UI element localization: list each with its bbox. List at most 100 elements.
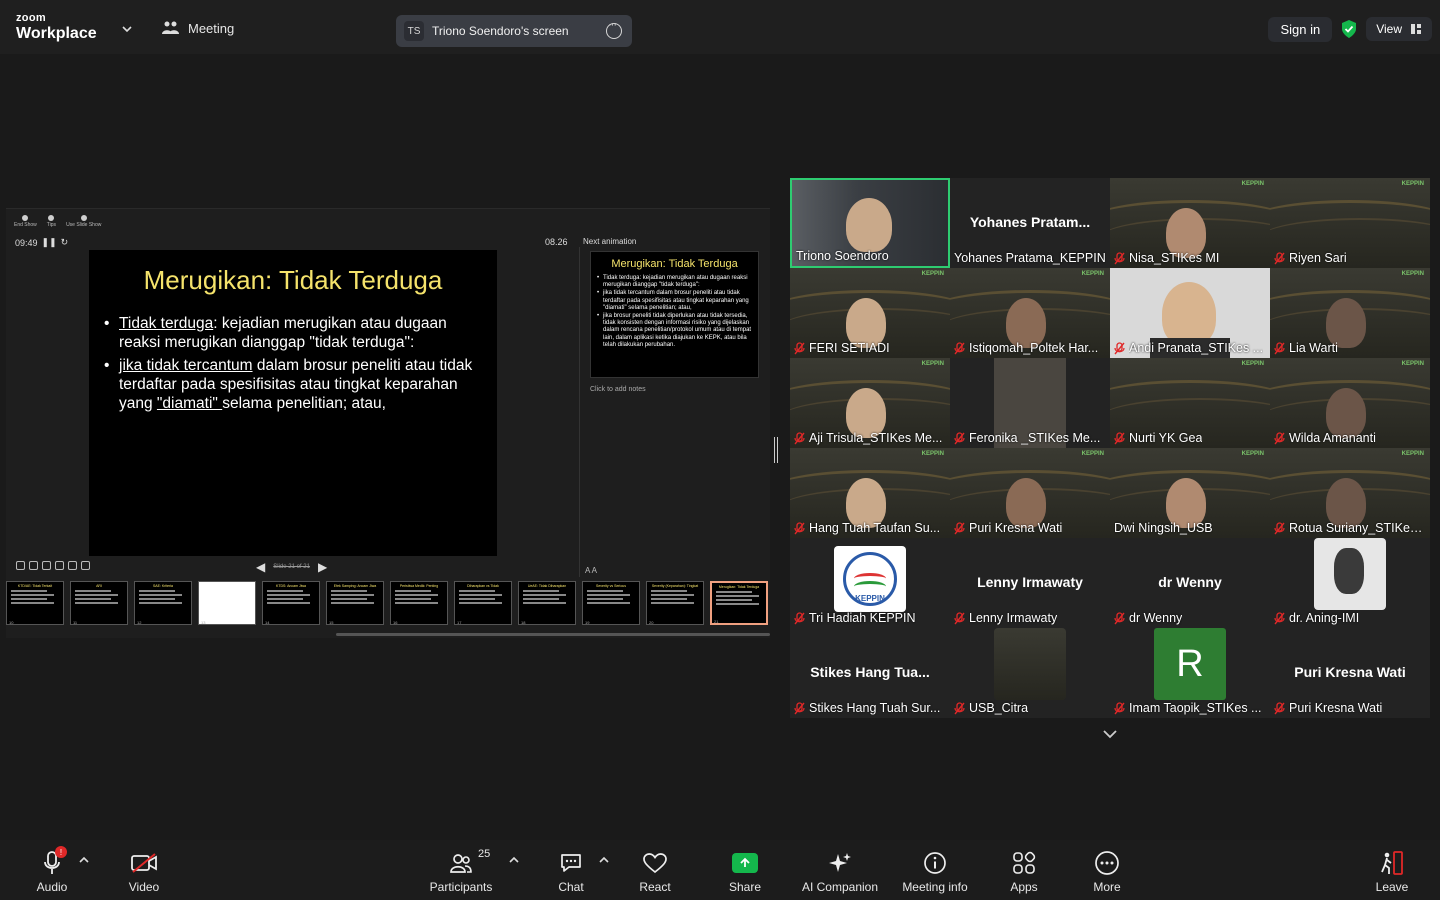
participant-display-name: Lenny Irmawaty xyxy=(977,574,1083,590)
participant-tile[interactable]: dr Wenny dr Wenny xyxy=(1110,538,1270,628)
thumbnail-line xyxy=(459,590,495,592)
participant-tile[interactable]: KEPPIN Lia Warti xyxy=(1270,268,1430,358)
chat-options-caret-icon[interactable] xyxy=(599,856,609,864)
slide-thumbnail[interactable]: SAE: Kriteria 12 xyxy=(134,581,192,625)
share-button[interactable]: Share xyxy=(700,848,790,894)
tips-tool[interactable]: Tips xyxy=(47,215,56,228)
more-icon[interactable] xyxy=(81,561,90,570)
meeting-info-button[interactable]: Meeting info xyxy=(890,848,980,894)
chevron-down-icon[interactable] xyxy=(120,22,134,36)
video-button[interactable]: Video xyxy=(99,848,189,894)
keppin-background-logo: KEPPIN xyxy=(1241,181,1264,187)
participant-tile[interactable]: KEPPIN Nisa_STIKes MI xyxy=(1110,178,1270,268)
use-slide-show-tool[interactable]: Use Slide Show xyxy=(66,215,101,228)
slide-thumbnail[interactable]: Severity vs Serious 19 xyxy=(582,581,640,625)
keppin-background-logo: KEPPIN xyxy=(921,451,944,457)
slide-thumbnail[interactable]: Diharapkan vs Tidak 17 xyxy=(454,581,512,625)
participant-tile[interactable]: Lenny Irmawaty Lenny Irmawaty xyxy=(950,538,1110,628)
participant-name: FERI SETIADI xyxy=(809,341,890,355)
participant-name-tag: Nisa_STIKes MI xyxy=(1114,251,1266,265)
participant-tile[interactable]: Puri Kresna Wati Puri Kresna Wati xyxy=(1270,628,1430,718)
thumbnail-line xyxy=(75,602,118,604)
thumbnail-line xyxy=(139,594,182,596)
slide-thumbnail[interactable]: Peristiwa Medik: Penting 16 xyxy=(390,581,448,625)
font-size-controls[interactable]: A A xyxy=(585,566,597,575)
participant-name-tag: Feronika _STIKes Me... xyxy=(954,431,1106,445)
see-all-slides-icon[interactable] xyxy=(55,561,64,570)
participant-tile[interactable]: KEPPIN FERI SETIADI xyxy=(790,268,950,358)
encryption-shield-icon[interactable] xyxy=(1340,19,1358,39)
end-show-tool[interactable]: End Show xyxy=(14,215,37,228)
participant-name: Tri Hadiah KEPPIN xyxy=(809,611,916,625)
slide-thumbnail[interactable]: Efek Samping: Ancam Jiwa 15 xyxy=(326,581,384,625)
slide-thumbnail[interactable]: UeAE: Tidak Diharapkan 18 xyxy=(518,581,576,625)
zoom-workplace-logo[interactable]: zoom Workplace xyxy=(16,13,97,42)
keppin-background-logo: KEPPIN xyxy=(1401,451,1424,457)
participant-tile[interactable]: Triono Soendoro xyxy=(790,178,950,268)
slide-thumbnail[interactable]: 13 xyxy=(198,581,256,625)
participant-tile[interactable]: KEPPIN Istiqomah_Poltek Har... xyxy=(950,268,1110,358)
participant-tile[interactable]: KEPPIN Dwi Ningsih_USB xyxy=(1110,448,1270,538)
audio-button[interactable]: ! Audio xyxy=(7,846,97,894)
more-options-icon[interactable] xyxy=(606,19,622,39)
participant-tile[interactable]: KEPPIN Aji Trisula_STIKes Me... xyxy=(790,358,950,448)
muted-mic-icon xyxy=(1274,431,1285,444)
participant-tile[interactable]: dr. Aning-IMI xyxy=(1270,538,1430,628)
keppin-logo-text: KEPPIN xyxy=(855,594,885,603)
participant-tile[interactable]: KEPPIN Wilda Amananti xyxy=(1270,358,1430,448)
thumbnail-line xyxy=(75,598,111,600)
slide-thumbnail[interactable]: ARI 11 xyxy=(70,581,128,625)
leave-button[interactable]: Leave xyxy=(1347,848,1437,894)
muted-mic-icon xyxy=(1114,431,1125,444)
ai-companion-button[interactable]: AI Companion xyxy=(795,848,885,894)
participant-tile[interactable]: KEPPIN Rotua Suriany_STIKes... xyxy=(1270,448,1430,538)
muted-mic-icon xyxy=(954,701,965,714)
participant-tile[interactable]: R Imam Taopik_STIKes ... xyxy=(1110,628,1270,718)
shared-screen-pill[interactable]: TS Triono Soendoro's screen xyxy=(396,15,632,47)
view-button[interactable]: View xyxy=(1366,17,1432,41)
participant-tile[interactable]: Feronika _STIKes Me... xyxy=(950,358,1110,448)
split-view-handle[interactable] xyxy=(774,437,778,463)
thumbnail-scrollbar[interactable] xyxy=(336,633,770,636)
participant-name-tag: Wilda Amananti xyxy=(1274,431,1426,445)
participants-options-caret-icon[interactable] xyxy=(509,856,519,864)
participant-tile[interactable]: KEPPIN Puri Kresna Wati xyxy=(950,448,1110,538)
pen-icon[interactable] xyxy=(16,561,25,570)
next-slide-icon[interactable]: ▶ xyxy=(318,560,327,574)
camera-icon[interactable] xyxy=(68,561,77,570)
share-screen-icon xyxy=(732,853,758,873)
speaker-notes[interactable]: Click to add notes xyxy=(590,386,646,393)
pointer-icon[interactable] xyxy=(42,561,51,570)
participant-tile[interactable]: Stikes Hang Tua... Stikes Hang Tuah Sur..… xyxy=(790,628,950,718)
participant-tile[interactable]: Andi Pranata_STIKes ... xyxy=(1110,268,1270,358)
chat-button[interactable]: Chat xyxy=(526,848,616,894)
audio-options-caret-icon[interactable] xyxy=(79,856,89,864)
slide-thumbnail[interactable]: KTDS: Ancam Jiwa 14 xyxy=(262,581,320,625)
meeting-tab[interactable]: Meeting xyxy=(162,20,234,36)
meeting-label: Meeting xyxy=(188,20,235,36)
participant-tile[interactable]: KEPPIN Nurti YK Gea xyxy=(1110,358,1270,448)
reset-icon: ↻ xyxy=(60,237,69,247)
thumbnail-line xyxy=(716,599,752,601)
participant-tile[interactable]: KEPPIN Riyen Sari xyxy=(1270,178,1430,268)
participant-name: Lenny Irmawaty xyxy=(969,611,1058,625)
slide-thumbnail[interactable]: Merugikan: Tidak Terduga 21 xyxy=(710,581,768,625)
slide-thumbnail[interactable]: KTD/AE: Tidak Terkait 10 xyxy=(6,581,64,625)
participant-tile[interactable]: USB_Citra xyxy=(950,628,1110,718)
participants-button[interactable]: 25 Participants xyxy=(416,848,506,894)
gallery-page-down-icon[interactable] xyxy=(1100,726,1120,742)
participant-tile[interactable]: Yohanes Pratam... Yohanes Pratama_KEPPIN xyxy=(950,178,1110,268)
muted-mic-icon xyxy=(954,611,965,624)
slide-thumbnail[interactable]: Severity (Keparahan): Tingkat 20 xyxy=(646,581,704,625)
react-button[interactable]: React xyxy=(610,848,700,894)
shared-screen-label: Triono Soendoro's screen xyxy=(432,24,569,38)
sign-in-button[interactable]: Sign in xyxy=(1268,16,1333,42)
meeting-info-label: Meeting info xyxy=(902,880,968,894)
participant-tile[interactable]: KEPPIN Tri Hadiah KEPPIN xyxy=(790,538,950,628)
previous-slide-icon[interactable]: ◀ xyxy=(256,560,265,574)
zoom-icon[interactable] xyxy=(29,561,38,570)
participant-tile[interactable]: KEPPIN Hang Tuah Taufan Su... xyxy=(790,448,950,538)
keppin-background-logo: KEPPIN xyxy=(1241,361,1264,367)
more-button[interactable]: More xyxy=(1062,848,1152,894)
apps-button[interactable]: Apps xyxy=(979,848,1069,894)
